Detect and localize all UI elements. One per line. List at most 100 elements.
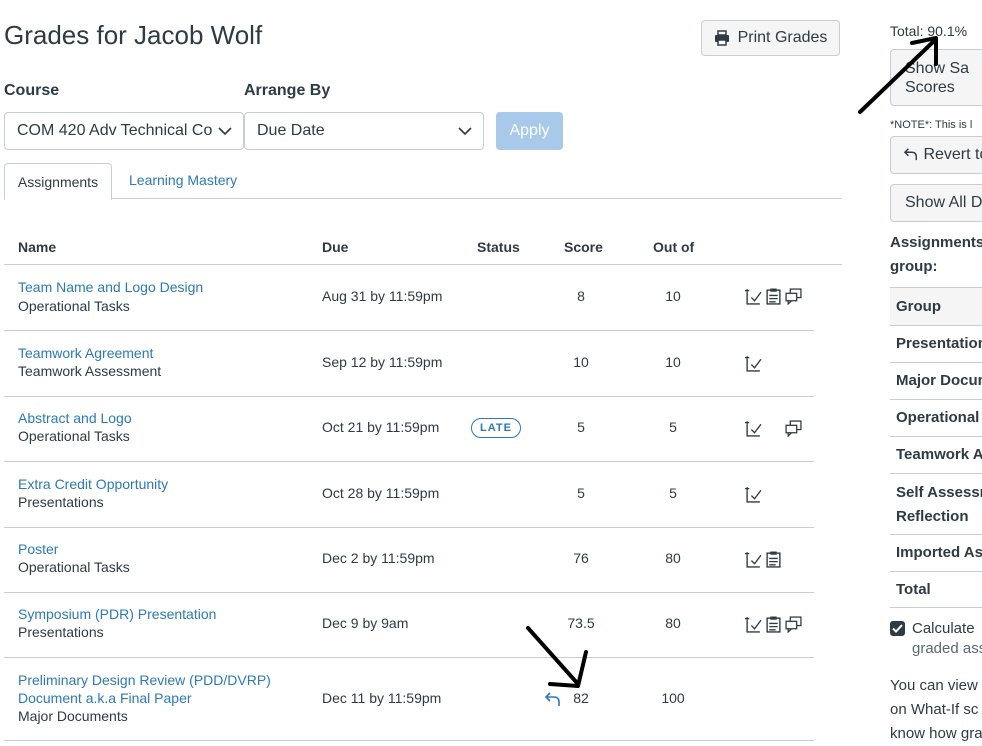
group-row-self-assessment: Self Assessm Reflection xyxy=(890,473,982,534)
rubric-icon[interactable] xyxy=(745,616,762,633)
comments-icon[interactable] xyxy=(785,616,802,633)
info-line-3: know how gra xyxy=(890,725,982,742)
out-of: 5 xyxy=(669,419,677,435)
group-row-imported: Imported As xyxy=(890,534,982,571)
comments-icon[interactable] xyxy=(785,288,802,305)
out-of: 10 xyxy=(665,288,681,304)
info-line-1: You can view xyxy=(890,677,978,694)
annotation-arrow-score xyxy=(526,626,588,688)
details-icon[interactable] xyxy=(765,288,782,305)
column-header-status: Status xyxy=(477,239,520,255)
score: 76 xyxy=(573,550,589,566)
rubric-icon[interactable] xyxy=(745,355,762,372)
table-row: Symposium (PDR) Presentation Presentatio… xyxy=(4,592,814,658)
group-row-operational: Operational xyxy=(890,399,982,436)
out-of: 80 xyxy=(665,550,681,566)
details-icon[interactable] xyxy=(765,616,782,633)
table-row: Teamwork Agreement Teamwork Assessment S… xyxy=(4,331,814,397)
table-row: Poster Operational Tasks Dec 2 by 11:59p… xyxy=(4,527,814,593)
assignment-link-line-1[interactable]: Preliminary Design Review (PDD/DVRP) xyxy=(18,671,271,689)
score: 10 xyxy=(573,354,589,370)
table-row: Preliminary Design Review (PDD/DVRP) Doc… xyxy=(4,657,814,741)
out-of: 80 xyxy=(665,615,681,631)
print-grades-label: Print Grades xyxy=(737,29,828,46)
out-of: 100 xyxy=(661,690,685,706)
column-header-score: Score xyxy=(564,239,603,255)
out-of: 5 xyxy=(669,485,677,501)
show-all-details-button[interactable]: Show All D xyxy=(890,184,982,222)
assignment-group: Major Documents xyxy=(18,708,128,724)
assignment-link[interactable]: Abstract and Logo xyxy=(18,409,132,427)
table-row: Team Name and Logo Design Operational Ta… xyxy=(4,265,814,331)
what-if-info: You can view on What-If sc know how gra xyxy=(890,674,982,746)
table-row: Abstract and Logo Operational Tasks Oct … xyxy=(4,396,814,462)
late-badge: LATE xyxy=(471,418,521,438)
page-title: Grades for Jacob Wolf xyxy=(4,20,263,50)
due-date: Dec 9 by 9am xyxy=(322,615,409,631)
rubric-icon[interactable] xyxy=(745,288,762,305)
assignment-link[interactable]: Team Name and Logo Design xyxy=(18,278,203,296)
score: 5 xyxy=(577,419,585,435)
due-date: Sep 12 by 11:59pm xyxy=(322,354,443,370)
group-row-total: Total xyxy=(890,571,982,608)
tab-assignments[interactable]: Assignments xyxy=(4,163,112,200)
apply-button[interactable]: Apply xyxy=(496,112,563,150)
chevron-down-icon xyxy=(458,127,472,136)
column-header-due[interactable]: Due xyxy=(322,239,348,255)
score: 82 xyxy=(573,690,589,706)
out-of: 10 xyxy=(665,354,681,370)
rubric-icon[interactable] xyxy=(745,420,762,437)
rubric-icon[interactable] xyxy=(745,486,762,503)
course-select[interactable]: COM 420 Adv Technical Co xyxy=(4,112,244,150)
course-label: Course xyxy=(4,82,60,99)
print-grades-button[interactable]: Print Grades xyxy=(701,20,840,56)
due-date: Dec 11 by 11:59pm xyxy=(322,690,442,706)
due-date: Oct 28 by 11:59pm xyxy=(322,485,440,501)
column-header-name[interactable]: Name xyxy=(18,239,56,255)
assignment-group: Teamwork Assessment xyxy=(18,363,162,379)
checkbox-checked-icon[interactable] xyxy=(890,621,905,636)
self-assessment-line-1: Self Assessm xyxy=(896,484,982,501)
revert-button[interactable]: Revert to xyxy=(890,136,982,174)
column-header-out-of: Out of xyxy=(653,239,695,255)
arrange-by-label: Arrange By xyxy=(244,82,331,99)
group-row-teamwork: Teamwork A xyxy=(890,436,982,473)
table-row: Extra Credit Opportunity Presentations O… xyxy=(4,462,814,528)
tab-learning-mastery[interactable]: Learning Mastery xyxy=(129,172,237,188)
arrange-by-value: Due Date xyxy=(257,122,325,139)
assignment-link[interactable]: Symposium (PDR) Presentation xyxy=(18,605,216,623)
revert-icon xyxy=(903,148,917,161)
heading-line-2: group: xyxy=(890,258,938,275)
self-assessment-line-2: Reflection xyxy=(896,508,969,525)
rubric-icon[interactable] xyxy=(745,551,762,568)
details-icon[interactable] xyxy=(765,551,782,568)
revert-label: Revert to xyxy=(923,146,982,163)
group-header: Group xyxy=(890,287,982,325)
note-text: *NOTE*: This is l xyxy=(890,119,973,131)
group-row-major-documents: Major Docum xyxy=(890,362,982,399)
chevron-down-icon xyxy=(218,127,232,136)
calculate-label-line-1: Calculate xyxy=(912,620,975,637)
assignment-group: Presentations xyxy=(18,494,104,510)
assignment-link-line-2[interactable]: Document a.k.a Final Paper xyxy=(18,689,192,707)
calculate-label-line-2: graded ass xyxy=(912,640,982,657)
assignment-link[interactable]: Poster xyxy=(18,540,58,558)
arrange-by-select[interactable]: Due Date xyxy=(244,112,484,150)
heading-line-1: Assignments xyxy=(890,234,982,251)
assignments-group-heading: Assignments group: xyxy=(890,231,982,279)
comments-icon[interactable] xyxy=(785,420,802,437)
due-date: Oct 21 by 11:59pm xyxy=(322,419,440,435)
assignment-link[interactable]: Teamwork Agreement xyxy=(18,344,153,362)
assignment-group: Presentations xyxy=(18,624,104,640)
assignment-group: Operational Tasks xyxy=(18,298,130,314)
assignment-group: Operational Tasks xyxy=(18,428,130,444)
due-date: Dec 2 by 11:59pm xyxy=(322,550,435,566)
calculate-checkbox-row[interactable]: Calculate graded ass xyxy=(890,619,982,659)
assignment-link[interactable]: Extra Credit Opportunity xyxy=(18,475,168,493)
due-date: Aug 31 by 11:59pm xyxy=(322,288,443,304)
assignment-group: Operational Tasks xyxy=(18,559,130,575)
group-row-presentations: Presentation xyxy=(890,325,982,362)
score: 8 xyxy=(577,288,585,304)
info-line-2: on What-If sc xyxy=(890,701,979,718)
tab-divider xyxy=(4,198,842,199)
